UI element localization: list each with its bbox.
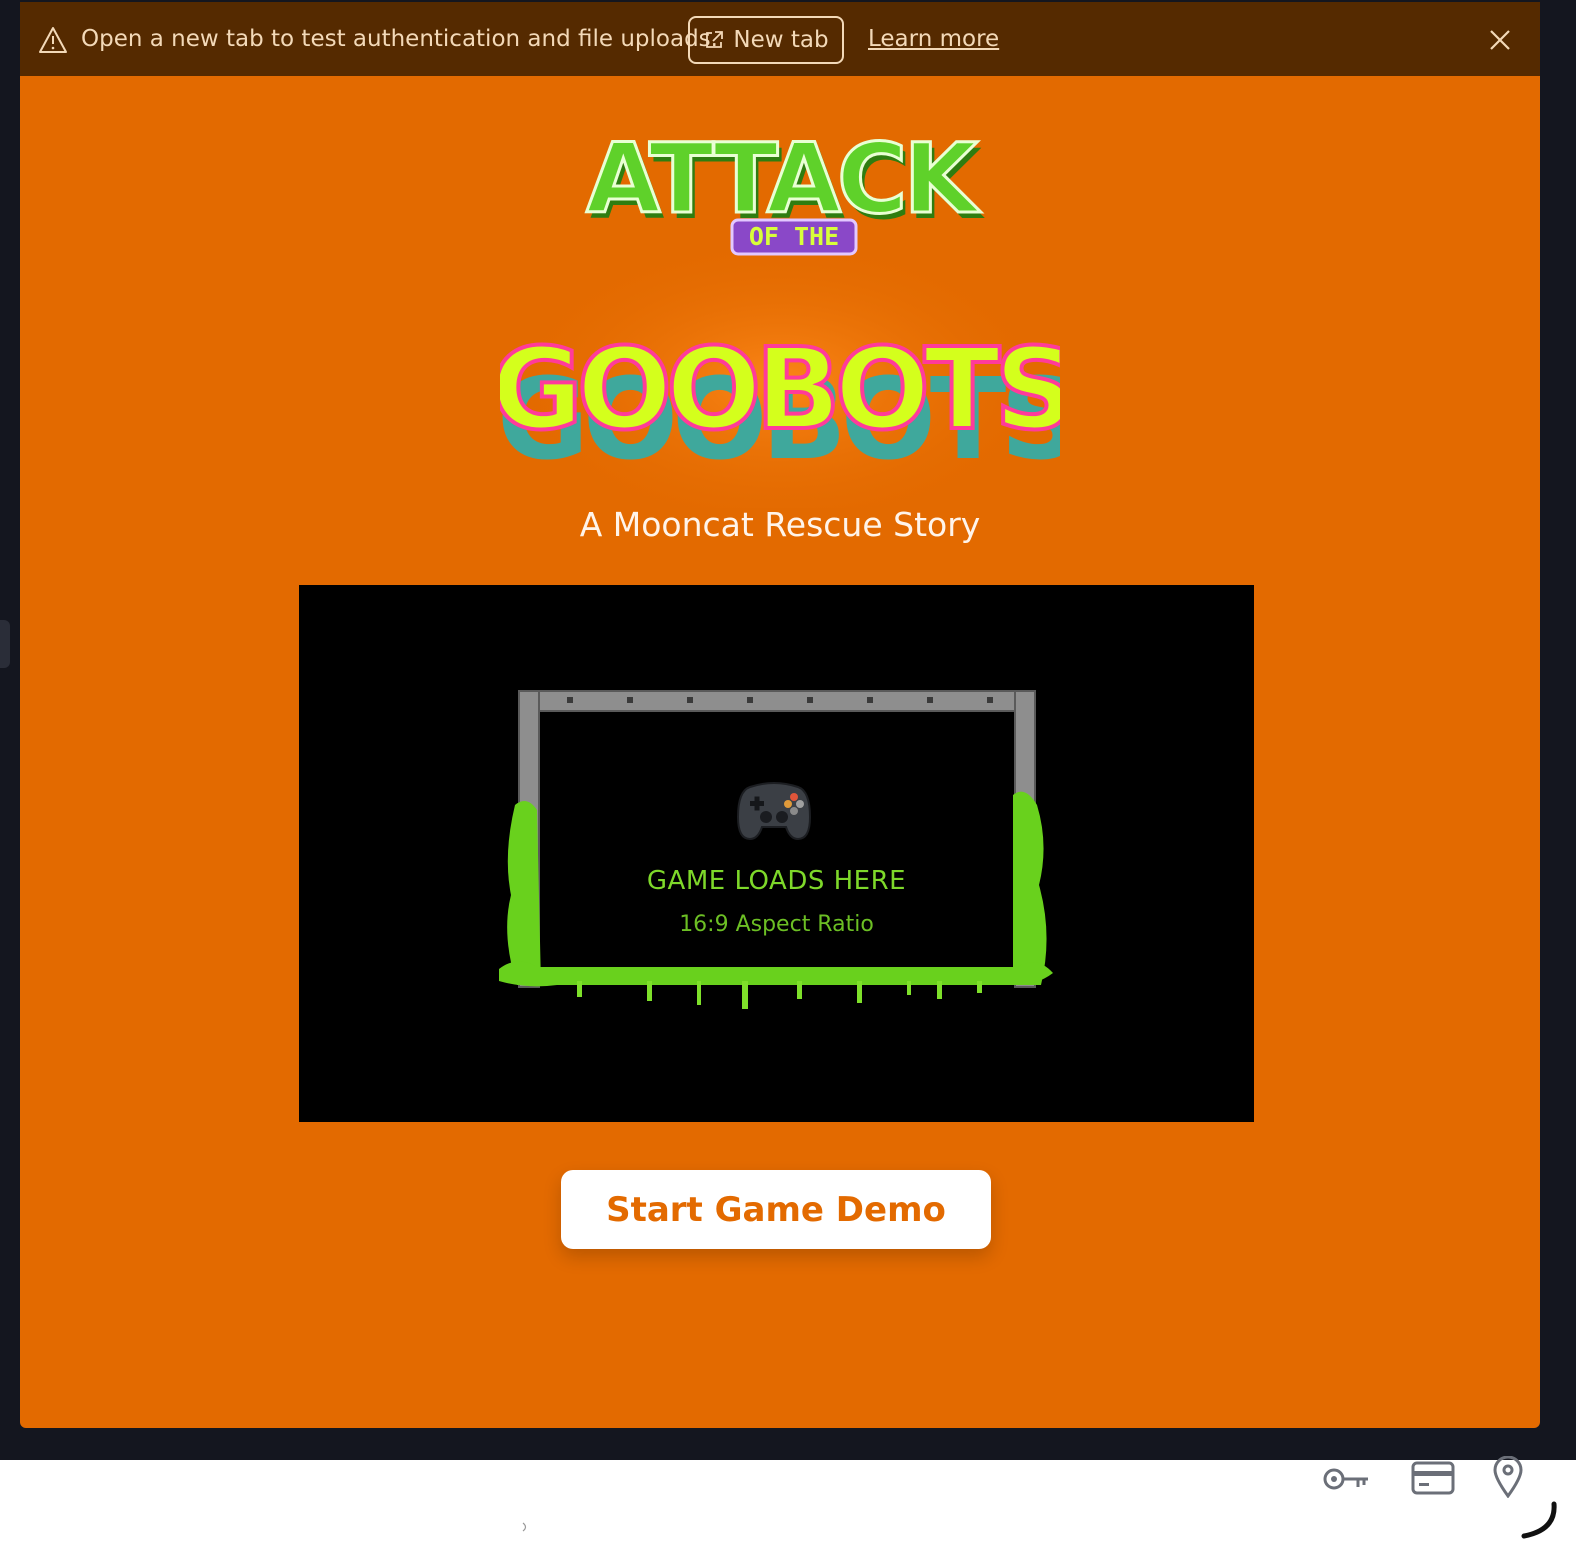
external-link-icon (706, 31, 724, 48)
close-icon[interactable] (1488, 28, 1512, 52)
banner-message: Open a new tab to test authentication an… (81, 26, 718, 52)
decorative-glyph-icon (522, 1522, 527, 1532)
logo-attack: ATTACK (586, 123, 981, 235)
goo-frame-graphic (499, 690, 1053, 1009)
key-icon[interactable] (1322, 1466, 1370, 1492)
resize-handle[interactable] (0, 620, 10, 668)
credit-card-icon[interactable] (1411, 1461, 1455, 1495)
location-pin-icon[interactable] (1493, 1456, 1523, 1498)
logo-goobots: GOOBOTS (500, 325, 1060, 455)
game-canvas[interactable]: GAME LOADS HERE 16:9 Aspect Ratio (299, 585, 1254, 1122)
game-logo: ATTACK ATTACK OF THE GOOBOTS GOOBOTS (500, 122, 1060, 508)
cursor-hook-icon (1521, 1501, 1557, 1539)
new-tab-label: New tab (733, 27, 829, 53)
subtitle: A Mooncat Rescue Story (579, 505, 981, 544)
game-placeholder-title: GAME LOADS HERE (646, 866, 907, 896)
new-tab-button[interactable]: New tab (688, 16, 844, 64)
info-banner: Open a new tab to test authentication an… (20, 2, 1540, 76)
logo-of-the: OF THE (749, 222, 839, 251)
game-placeholder-subtitle: 16:9 Aspect Ratio (679, 912, 874, 937)
preview-frame: Open a new tab to test authentication an… (20, 2, 1540, 1428)
game-controller-icon (736, 782, 812, 841)
learn-more-link[interactable]: Learn more (868, 26, 999, 52)
warning-triangle-icon (39, 27, 67, 53)
start-game-button[interactable]: Start Game Demo (561, 1170, 991, 1249)
